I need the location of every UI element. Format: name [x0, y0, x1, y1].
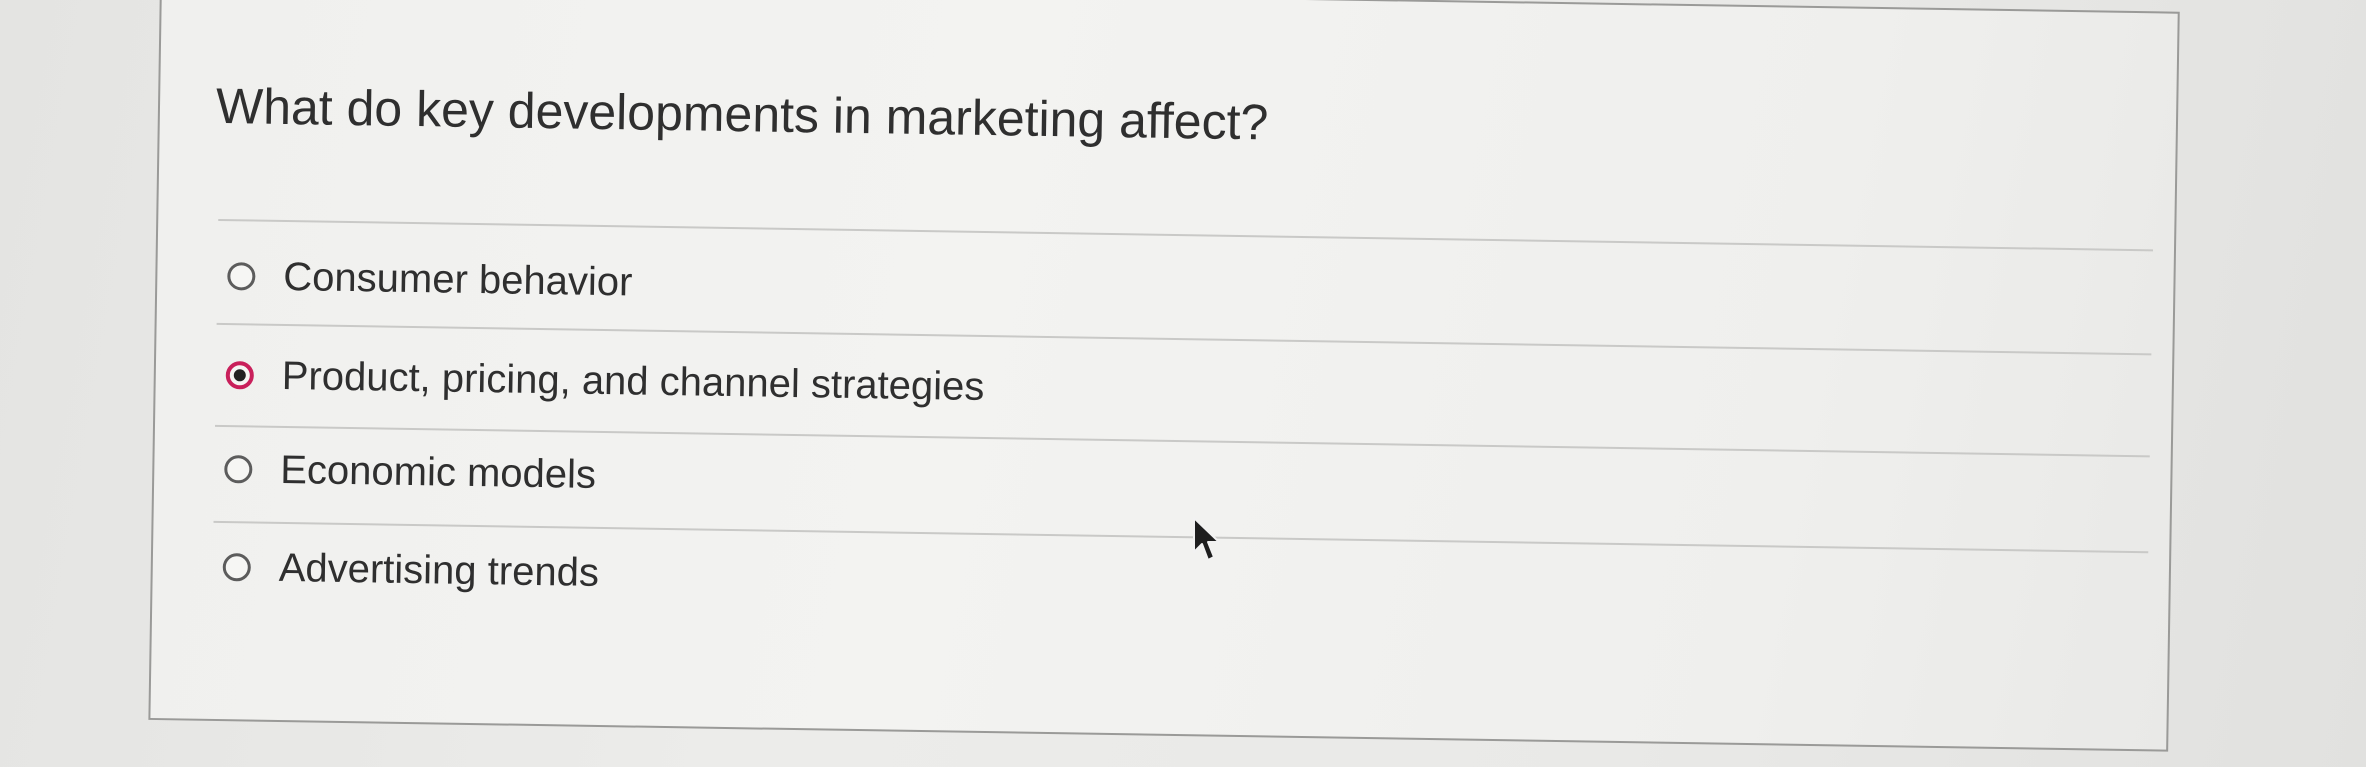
- option-label: Economic models: [279, 447, 597, 497]
- option-label: Product, pricing, and channel strategies: [281, 353, 985, 409]
- question-card: What do key developments in marketing af…: [148, 0, 2180, 752]
- radio-button-selected[interactable]: [225, 361, 255, 390]
- radio-button[interactable]: [227, 262, 256, 291]
- mouse-pointer-icon: [1193, 517, 1220, 561]
- option-label: Advertising trends: [278, 545, 600, 595]
- divider: [218, 218, 2154, 252]
- question-text: What do key developments in marketing af…: [215, 77, 1269, 151]
- option-label: Consumer behavior: [283, 254, 633, 304]
- option-economic-models[interactable]: Economic models: [224, 437, 597, 507]
- radio-button[interactable]: [222, 553, 252, 582]
- option-consumer-behavior[interactable]: Consumer behavior: [227, 244, 633, 314]
- option-product-pricing-channel[interactable]: Product, pricing, and channel strategies: [225, 343, 985, 419]
- option-advertising-trends[interactable]: Advertising trends: [222, 535, 599, 605]
- radio-button[interactable]: [224, 455, 253, 484]
